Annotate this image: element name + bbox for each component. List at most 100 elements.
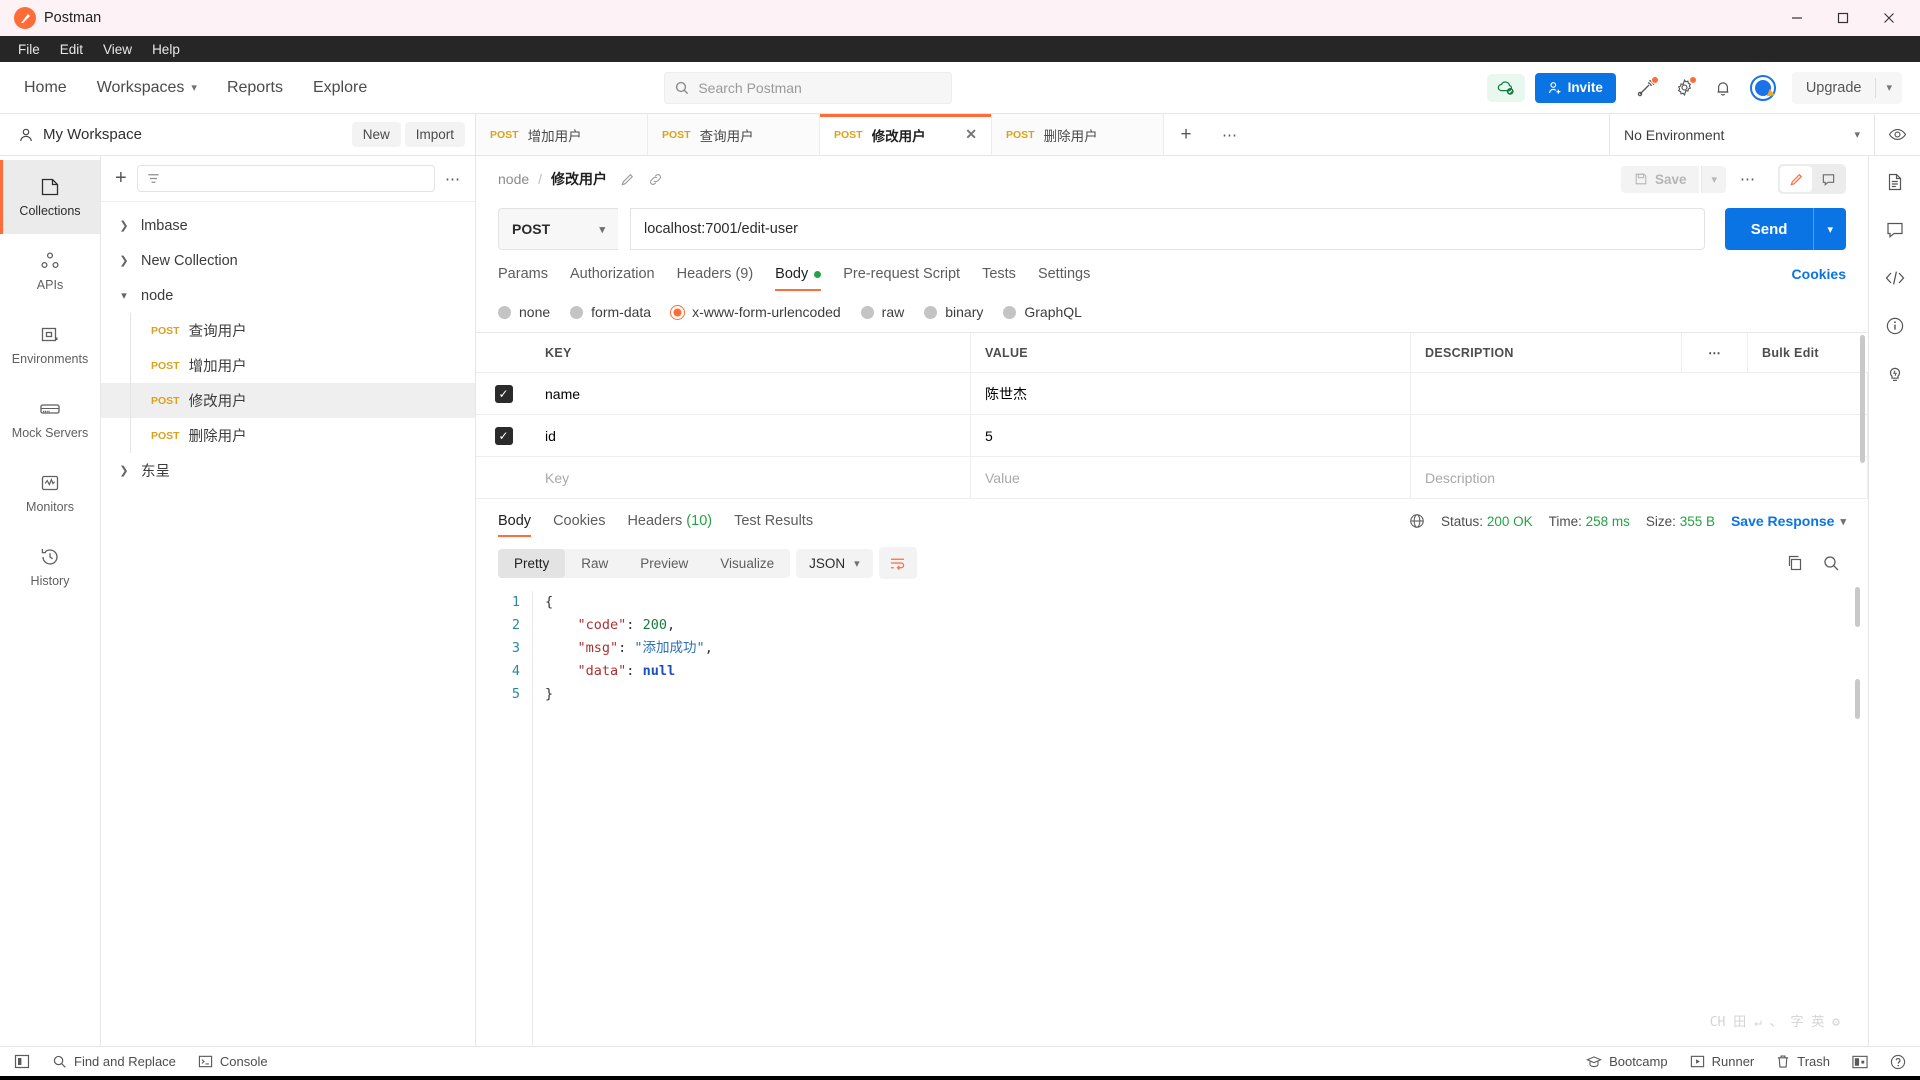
workspace-selector[interactable]: My Workspace New Import bbox=[0, 114, 475, 155]
tab-tests[interactable]: Tests bbox=[982, 266, 1016, 291]
document-icon[interactable] bbox=[1885, 172, 1905, 192]
sidebar-item-environments[interactable]: Environments bbox=[0, 308, 100, 382]
response-tab-body[interactable]: Body bbox=[498, 513, 532, 537]
url-input[interactable]: localhost:7001/edit-user bbox=[630, 208, 1705, 250]
request-item[interactable]: POST 增加用户 bbox=[101, 348, 475, 383]
body-type-urlencoded[interactable]: x-www-form-urlencoded bbox=[671, 304, 841, 320]
bulb-icon[interactable] bbox=[1885, 364, 1905, 384]
request-tab[interactable]: POST 查询用户 bbox=[648, 114, 820, 155]
request-item[interactable]: POST 查询用户 bbox=[101, 313, 475, 348]
response-tab-headers[interactable]: Headers (10) bbox=[627, 513, 712, 537]
find-and-replace-button[interactable]: Find and Replace bbox=[52, 1054, 176, 1069]
close-icon[interactable]: ✕ bbox=[965, 126, 977, 143]
body-type-form-data[interactable]: form-data bbox=[570, 304, 651, 320]
row-description-placeholder[interactable]: Description bbox=[1411, 457, 1868, 498]
bulk-edit-button[interactable]: Bulk Edit bbox=[1748, 333, 1868, 372]
body-type-none[interactable]: none bbox=[498, 304, 550, 320]
table-row[interactable]: ✓ id 5 bbox=[476, 415, 1868, 457]
body-type-binary[interactable]: binary bbox=[924, 304, 983, 320]
tab-pre-request-script[interactable]: Pre-request Script bbox=[843, 266, 960, 291]
view-visualize-button[interactable]: Visualize bbox=[704, 549, 790, 578]
send-button[interactable]: Send ▾ bbox=[1724, 208, 1846, 250]
search-input[interactable]: Search Postman bbox=[664, 71, 953, 104]
environment-selector[interactable]: No Environment ▾ bbox=[1609, 114, 1874, 155]
collection-node-new-collection[interactable]: ❯ New Collection bbox=[101, 243, 475, 278]
request-item-selected[interactable]: POST 修改用户 bbox=[101, 383, 475, 418]
nav-workspaces[interactable]: Workspaces ▾ bbox=[97, 79, 197, 97]
wrap-lines-button[interactable] bbox=[878, 547, 917, 579]
view-preview-button[interactable]: Preview bbox=[624, 549, 704, 578]
save-button[interactable]: Save bbox=[1620, 165, 1700, 193]
upgrade-button[interactable]: Upgrade ▾ bbox=[1791, 71, 1902, 104]
tab-headers[interactable]: Headers (9) bbox=[677, 266, 754, 291]
request-tab[interactable]: POST 增加用户 bbox=[476, 114, 648, 155]
help-icon[interactable] bbox=[1890, 1054, 1906, 1070]
response-body-lines[interactable]: { "code": 200, "msg": "添加成功", "data": nu… bbox=[532, 591, 1868, 1046]
table-scrollbar[interactable] bbox=[1860, 335, 1865, 463]
row-key[interactable]: name bbox=[531, 373, 971, 414]
sidebar-toggle-icon[interactable] bbox=[14, 1054, 30, 1069]
response-scrollbar-thumb[interactable] bbox=[1855, 587, 1860, 627]
new-button[interactable]: New bbox=[351, 122, 401, 147]
sidebar-item-apis[interactable]: APIs bbox=[0, 234, 100, 308]
row-value[interactable]: 5 bbox=[971, 415, 1411, 456]
sidebar-more-button[interactable]: ⋯ bbox=[445, 170, 461, 188]
method-select[interactable]: POST ▾ bbox=[498, 208, 618, 250]
response-tab-cookies[interactable]: Cookies bbox=[553, 513, 605, 537]
row-checkbox-cell[interactable] bbox=[476, 457, 531, 498]
code-icon[interactable] bbox=[1884, 268, 1906, 288]
cookies-link[interactable]: Cookies bbox=[1792, 266, 1846, 291]
nav-explore[interactable]: Explore bbox=[313, 79, 367, 97]
row-value-placeholder[interactable]: Value bbox=[971, 457, 1411, 498]
request-more-button[interactable]: ⋯ bbox=[1728, 170, 1768, 188]
table-more-button[interactable]: ⋯ bbox=[1682, 333, 1748, 372]
console-button[interactable]: Console bbox=[198, 1054, 268, 1069]
environment-quick-look-icon[interactable] bbox=[1874, 114, 1920, 155]
broadcast-icon[interactable] bbox=[1630, 71, 1664, 105]
collection-node-lmbase[interactable]: ❯ lmbase bbox=[101, 208, 475, 243]
tab-body[interactable]: Body bbox=[775, 266, 822, 291]
row-value[interactable]: 陈世杰 bbox=[971, 373, 1411, 414]
import-button[interactable]: Import bbox=[404, 122, 465, 147]
row-checkbox-cell[interactable]: ✓ bbox=[476, 415, 531, 456]
filter-input[interactable] bbox=[136, 165, 435, 192]
request-item[interactable]: POST 删除用户 bbox=[101, 418, 475, 453]
tab-authorization[interactable]: Authorization bbox=[570, 266, 655, 291]
tab-overflow-button[interactable]: ⋯ bbox=[1208, 114, 1252, 155]
checkbox-checked-icon[interactable]: ✓ bbox=[494, 426, 513, 445]
checkbox-checked-icon[interactable]: ✓ bbox=[494, 384, 513, 403]
nav-reports[interactable]: Reports bbox=[227, 79, 283, 97]
body-type-graphql[interactable]: GraphQL bbox=[1003, 304, 1082, 320]
sidebar-item-collections[interactable]: Collections bbox=[0, 160, 100, 234]
collection-node-dongcheng[interactable]: ❯ 东呈 bbox=[101, 453, 475, 488]
comment-mode-button[interactable] bbox=[1812, 166, 1844, 192]
maximize-button[interactable] bbox=[1820, 0, 1866, 36]
menu-item-view[interactable]: View bbox=[93, 40, 142, 59]
collection-node-node[interactable]: ▾ node bbox=[101, 278, 475, 313]
sidebar-item-monitors[interactable]: Monitors bbox=[0, 456, 100, 530]
save-response-button[interactable]: Save Response ▾ bbox=[1731, 513, 1846, 529]
trash-button[interactable]: Trash bbox=[1776, 1054, 1830, 1069]
table-empty-row[interactable]: Key Value Description bbox=[476, 457, 1868, 499]
response-body-viewer[interactable]: 1 2 3 4 5 { "code": 200, "msg": "添加成功", … bbox=[476, 579, 1868, 1046]
close-button[interactable] bbox=[1866, 0, 1912, 36]
copy-icon[interactable] bbox=[1786, 554, 1804, 572]
add-collection-button[interactable]: + bbox=[115, 167, 127, 190]
bell-icon[interactable] bbox=[1706, 71, 1740, 105]
response-format-select[interactable]: JSON ▾ bbox=[796, 548, 873, 578]
tab-params[interactable]: Params bbox=[498, 266, 548, 291]
row-description[interactable] bbox=[1411, 415, 1868, 456]
link-icon[interactable] bbox=[648, 172, 663, 187]
invite-button[interactable]: Invite bbox=[1534, 72, 1616, 103]
minimize-button[interactable] bbox=[1774, 0, 1820, 36]
breadcrumb-collection[interactable]: node bbox=[498, 171, 529, 187]
search-icon[interactable] bbox=[1822, 554, 1840, 572]
row-key[interactable]: id bbox=[531, 415, 971, 456]
edit-mode-button[interactable] bbox=[1780, 166, 1812, 192]
row-key-placeholder[interactable]: Key bbox=[531, 457, 971, 498]
request-tab-active[interactable]: POST 修改用户 ✕ bbox=[820, 114, 992, 155]
menu-item-help[interactable]: Help bbox=[142, 40, 190, 59]
request-tab[interactable]: POST 删除用户 bbox=[992, 114, 1164, 155]
sidebar-item-mock-servers[interactable]: Mock Servers bbox=[0, 382, 100, 456]
layout-icon[interactable] bbox=[1852, 1055, 1868, 1069]
